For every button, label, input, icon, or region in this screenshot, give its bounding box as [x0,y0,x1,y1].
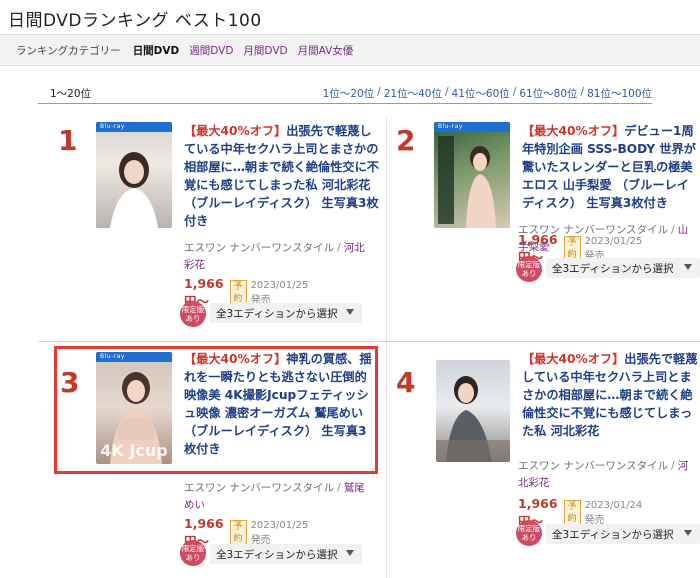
edition-label: 全3エディションから選択 [216,307,338,320]
cover-art-icon [436,376,510,462]
edition-select[interactable]: 全3エディションから選択 [546,258,700,278]
studio-link[interactable]: エスワン ナンバーワンスタイル [518,460,668,472]
current-range: 1〜20位 [50,88,92,100]
reserve-badge: 予約 [563,500,581,526]
category-daily-dvd[interactable]: 日間DVD [133,43,180,58]
promo-label: 【最大40%オフ】 [184,124,287,138]
product-title-link[interactable]: 【最大40%オフ】出張先で軽蔑している中年セクハラ上司とまさかの相部屋に…朝まで… [522,350,700,440]
rank-number: 1 [58,124,78,157]
edition-select[interactable]: 全3エディションから選択 [546,524,700,544]
edition-label: 全3エディションから選択 [216,548,338,561]
highlight-box [54,346,378,474]
release-date: 2023/01/25発売 [250,520,309,546]
product-title-link[interactable]: 【最大40%オフ】デビュー1周年特別企画 SSS-BODY 世界が驚いたスレンダ… [522,122,700,212]
edition-label: 全3エディションから選択 [552,262,674,275]
edition-select[interactable]: 全3エディションから選択 [210,303,362,323]
limited-edition-badge: 限定版あり [516,256,542,282]
range-row: 1〜20位 1位〜20位/ 21位〜40位/ 41位〜60位/ 61位〜80位 /… [38,86,652,104]
cover-art-icon [438,136,496,228]
pager-41-60[interactable]: 41位〜60位 [452,86,510,101]
edition-select[interactable]: 全3エディションから選択 [210,544,362,564]
title-text: 出張先で軽蔑している中年セクハラ上司とまさかの相部屋に…朝まで続く絶倫性交に不覚… [184,124,379,228]
limited-edition-badge: 限定版あり [516,520,542,546]
studio-link[interactable]: エスワン ナンバーワンスタイル [184,482,334,494]
column-divider [386,118,387,578]
pager-1-20[interactable]: 1位〜20位 [323,86,375,101]
promo-label: 【最大40%オフ】 [522,124,625,138]
maker-info: エスワン ナンバーワンスタイル / 河北彩花 [184,242,365,271]
studio-link[interactable]: エスワン ナンバーワンスタイル [184,242,334,254]
limited-edition-badge: 限定版あり [180,540,206,566]
reserve-badge: 予約 [229,520,247,546]
pager-21-40[interactable]: 21位〜40位 [384,86,442,101]
limited-edition-badge: 限定版あり [180,301,206,327]
pager-61-80[interactable]: 61位〜80位 [519,86,577,101]
product-thumbnail[interactable]: Blu-ray [434,122,510,228]
rank-pager: 1位〜20位/ 21位〜40位/ 41位〜60位/ 61位〜80位/ 81位〜1… [322,86,652,101]
chevron-down-icon [684,530,692,536]
category-monthly-actress[interactable]: 月間AV女優 [298,43,354,58]
pager-81-100[interactable]: 81位〜100位 [587,86,652,101]
promo-label: 【最大40%オフ】 [522,352,625,366]
category-monthly-dvd[interactable]: 月間DVD [243,43,287,58]
rank-number: 4 [396,366,416,399]
category-label: ランキングカテゴリー [16,44,121,57]
page-title: 日間DVDランキング ベスト100 [8,11,262,31]
category-weekly-dvd[interactable]: 週間DVD [189,43,233,58]
rank-number: 2 [396,124,416,157]
product-thumbnail[interactable] [436,360,510,462]
chevron-down-icon [684,264,692,270]
product-thumbnail[interactable]: Blu-ray [96,122,172,228]
chevron-down-icon [346,550,354,556]
product-title-link[interactable]: 【最大40%オフ】出張先で軽蔑している中年セクハラ上司とまさかの相部屋に…朝まで… [184,122,380,230]
maker-info: エスワン ナンバーワンスタイル / 河北彩花 [518,460,689,489]
release-date: 2023/01/24発売 [584,500,643,526]
row-divider [38,341,700,342]
chevron-down-icon [346,309,354,315]
cover-art-icon [110,152,158,228]
edition-label: 全3エディションから選択 [552,528,674,541]
maker-info: エスワン ナンバーワンスタイル / 鷲尾めい [184,482,365,511]
category-bar: ランキングカテゴリー 日間DVD 週間DVD 月間DVD 月間AV女優 [0,34,700,66]
